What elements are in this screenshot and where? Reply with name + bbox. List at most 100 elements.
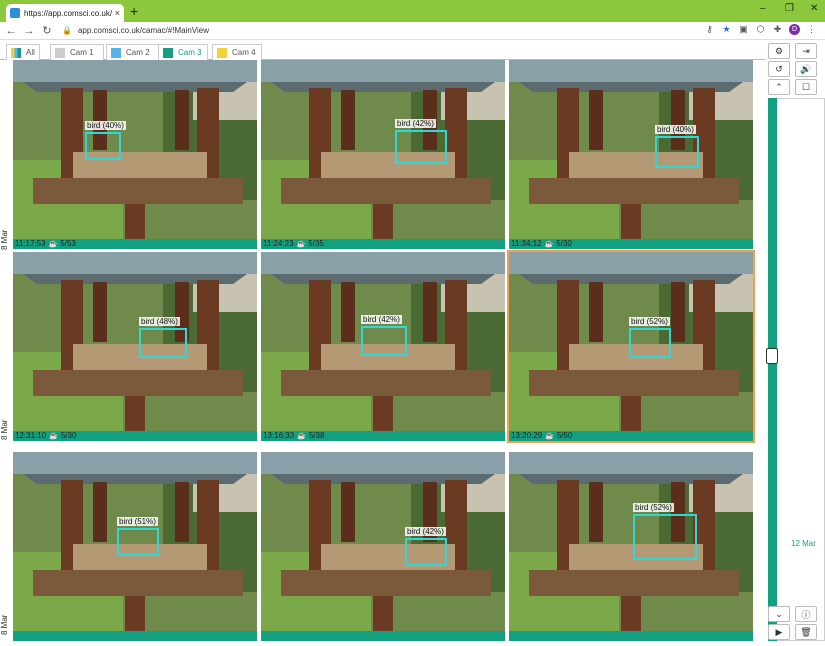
camera-frame-image (509, 452, 753, 631)
info-icon[interactable]: ⓘ (795, 606, 817, 622)
bookmark-star-icon[interactable]: ★ (721, 24, 732, 35)
detection-box (361, 326, 407, 356)
lock-icon[interactable]: 🔒 (62, 26, 72, 35)
camera-frame-image (261, 452, 505, 631)
capture-time: 13:20:29 (511, 431, 543, 440)
window-maximize-button[interactable]: ❐ (785, 3, 794, 14)
timeline-date-label: 12 Mar (791, 539, 816, 548)
timeline-scrub-handle[interactable] (766, 348, 778, 364)
cup-icon: ☕ (545, 433, 554, 440)
back-arrow-icon[interactable]: ← (4, 25, 18, 37)
detection-box (405, 538, 447, 566)
browser-menu-icon[interactable]: ⋮ (806, 24, 817, 35)
site-favicon-icon (10, 8, 20, 18)
capture-time: 12:31:10 (15, 431, 47, 440)
cup-icon: ☕ (48, 241, 58, 248)
row-date-label: 8 Mar (0, 419, 9, 440)
profile-avatar[interactable]: D (789, 24, 800, 35)
chevron-down-icon[interactable]: ⌄ (768, 606, 790, 622)
browser-titlebar: https://app.comsci.co.uk/camac × + – ❐ ✕ (0, 0, 825, 22)
gear-icon[interactable]: ⚙ (768, 43, 790, 59)
capture-time: 13:16:33 (263, 431, 295, 440)
tab-cam-4[interactable]: Cam 4 (212, 44, 262, 60)
camera-frame-image (13, 60, 257, 239)
address-bar: ← → ↻ 🔒 app.comsci.co.uk/camac/#!MainVie… (0, 22, 825, 40)
color-swatch (163, 47, 173, 58)
capture-cell[interactable]: bird (52%) 13:20:29 ☕ 5/50 (507, 250, 755, 443)
capture-footer: 13:20:29 ☕ 5/50 (509, 431, 753, 441)
capture-footer: 11:17:53 ☕ 5/53 (13, 239, 257, 249)
capture-footer (13, 631, 257, 641)
play-icon[interactable]: ▶ (768, 624, 790, 640)
detection-label: bird (40%) (85, 121, 126, 130)
tab-close-icon[interactable]: × (115, 8, 120, 18)
capture-footer: 13:16:33 ☕ 5/38 (261, 431, 505, 441)
new-tab-button[interactable]: + (130, 3, 138, 19)
capture-cell[interactable]: bird (51%) (13, 452, 257, 641)
detection-label: bird (42%) (405, 527, 446, 536)
detection-box (85, 132, 121, 160)
shield-icon[interactable]: ⬡ (755, 24, 766, 35)
chevron-up-icon[interactable]: ⌃ (768, 79, 790, 95)
volume-icon[interactable]: 🔊 (795, 61, 817, 77)
capture-cell[interactable]: bird (48%) 12:31:10 ☕ 5/30 (13, 252, 257, 441)
tab-cam-2[interactable]: Cam 2 (106, 44, 160, 60)
capture-footer: 11:34:12 ☕ 5/30 (509, 239, 753, 249)
browser-tab[interactable]: https://app.comsci.co.uk/camac × (6, 4, 124, 22)
tab-cam-3[interactable]: Cam 3 (158, 44, 208, 60)
detection-box (395, 130, 447, 164)
detection-box (633, 514, 697, 560)
capture-cell[interactable]: bird (42%) 11:24:23 ☕ 5/35 (261, 60, 505, 249)
capture-footer: 12:31:10 ☕ 5/30 (13, 431, 257, 441)
detection-box (139, 328, 187, 358)
window-close-button[interactable]: ✕ (810, 3, 818, 14)
camera-frame-image (261, 60, 505, 239)
key-icon[interactable]: ⚷ (704, 24, 715, 35)
reload-icon[interactable]: ↻ (40, 24, 54, 37)
camera-tab-bar: All Cam 1 Cam 2 Cam 3 Cam 4 (0, 41, 765, 60)
timeline-track[interactable]: 12 Mar (777, 98, 825, 641)
extension-toolbar: ⚷ ★ ▣ ⬡ ✚ D ⋮ (704, 24, 817, 35)
camera-frame-image (509, 60, 753, 239)
history-icon[interactable]: ↺ (768, 61, 790, 77)
capture-time: 11:17:53 (15, 239, 46, 248)
url-field[interactable]: app.comsci.co.uk/camac/#!MainView (78, 26, 209, 35)
detection-box (117, 528, 159, 556)
color-swatch (55, 47, 65, 58)
detection-label: bird (40%) (655, 125, 696, 134)
puzzle-icon[interactable]: ✚ (772, 24, 783, 35)
capture-cell[interactable]: bird (40%) 11:17:53 ☕ 5/53 (13, 60, 257, 249)
row-date-label: 8 Mar (0, 229, 9, 250)
detection-box (655, 136, 699, 168)
capture-footer (509, 631, 753, 641)
color-swatch (111, 47, 121, 58)
stop-icon[interactable]: ☐ (795, 79, 817, 95)
capture-count: 5/30 (556, 239, 572, 248)
control-sidebar: ⚙ ⇥ ↺ 🔊 ⌃ ☐ 12 Mar ⌄ ⓘ ▶ 🗑 (765, 41, 825, 646)
capture-cell[interactable]: bird (40%) 11:34:12 ☕ 5/30 (509, 60, 753, 249)
timeline-bar[interactable] (768, 98, 777, 641)
detection-label: bird (42%) (395, 119, 436, 128)
tab-label: All (26, 48, 35, 57)
tab-label: Cam 2 (126, 48, 150, 57)
capture-cell[interactable]: bird (52%) (509, 452, 753, 641)
capture-count: 5/30 (60, 431, 77, 440)
color-swatch (217, 47, 227, 58)
tab-all[interactable]: All (6, 44, 40, 60)
color-swatch (11, 47, 21, 58)
extension-icon[interactable]: ▣ (738, 24, 749, 35)
detection-label: bird (51%) (117, 517, 158, 526)
window-minimize-button[interactable]: – (760, 3, 766, 14)
cup-icon: ☕ (296, 241, 306, 248)
tab-label: Cam 3 (178, 48, 202, 57)
tab-cam-1[interactable]: Cam 1 (50, 44, 104, 60)
logout-icon[interactable]: ⇥ (795, 43, 817, 59)
forward-arrow-icon[interactable]: → (22, 25, 36, 37)
capture-cell[interactable]: bird (42%) 13:16:33 ☕ 5/38 (261, 252, 505, 441)
browser-tab-title: https://app.comsci.co.uk/camac (24, 8, 112, 18)
cup-icon: ☕ (49, 433, 58, 440)
capture-cell[interactable]: bird (42%) (261, 452, 505, 641)
cup-icon: ☕ (297, 433, 306, 440)
capture-time: 11:34:12 (511, 239, 542, 248)
trash-icon[interactable]: 🗑 (795, 624, 817, 640)
